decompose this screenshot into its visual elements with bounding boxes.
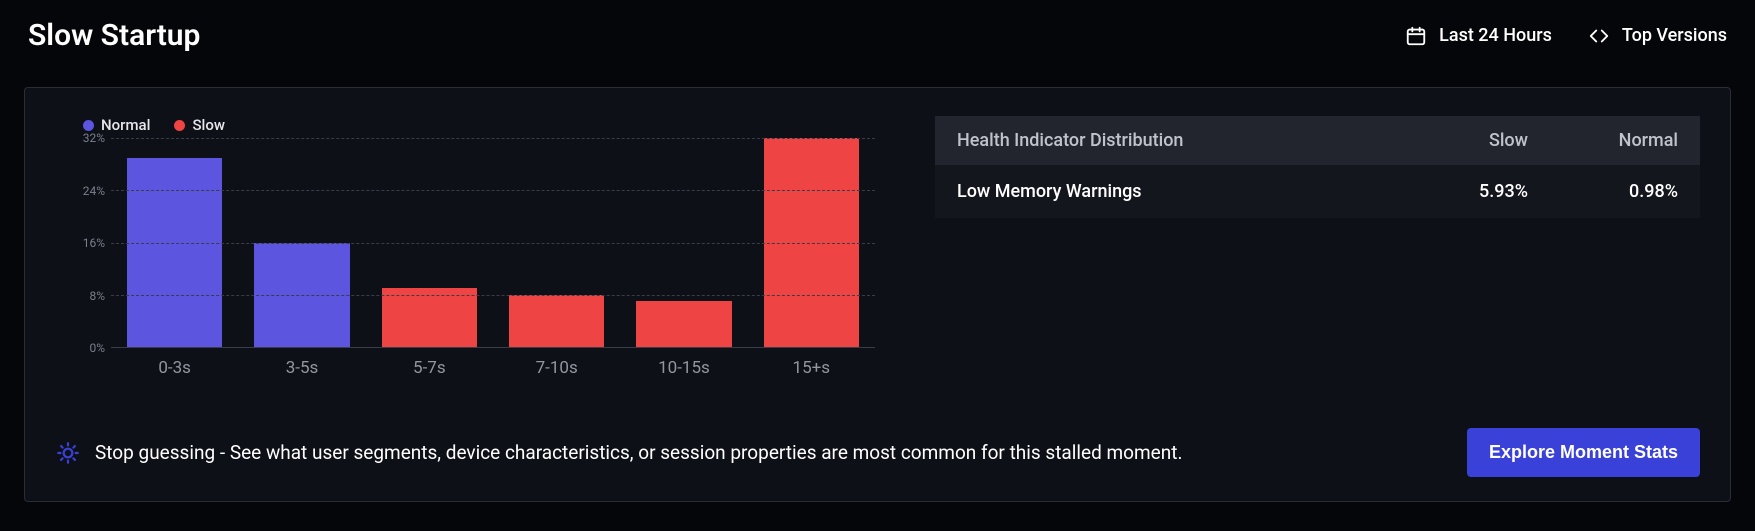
table-column: Health Indicator Distribution Slow Norma…: [935, 116, 1700, 378]
y-tick-label: 16%: [83, 236, 105, 250]
code-icon: [1588, 25, 1610, 47]
health-indicator-table: Health Indicator Distribution Slow Norma…: [935, 116, 1700, 218]
x-tick-label: 15+s: [748, 358, 875, 378]
versions-label: Top Versions: [1622, 25, 1727, 46]
legend-dot-normal: [83, 120, 94, 131]
table-header-row: Health Indicator Distribution Slow Norma…: [935, 116, 1700, 165]
time-range-selector[interactable]: Last 24 Hours: [1405, 25, 1552, 47]
y-tick-label: 0%: [89, 341, 105, 355]
lightbulb-icon: [55, 440, 81, 466]
col-header-slow: Slow: [1400, 116, 1550, 165]
explore-moment-stats-button[interactable]: Explore Moment Stats: [1467, 428, 1700, 477]
chart-legend: Normal Slow: [55, 116, 875, 134]
chart-gridline: [111, 190, 875, 191]
panel-body: Normal Slow 0% 8% 16% 24% 32% 0-3s3-5s5-7s7-…: [55, 116, 1700, 378]
chart-area: 0%8%16%24%32%: [55, 138, 875, 348]
chart-gridline: [111, 138, 875, 139]
x-tick-label: 5-7s: [366, 358, 493, 378]
legend-label-normal: Normal: [101, 116, 150, 134]
bar[interactable]: [636, 301, 731, 347]
bar[interactable]: [382, 288, 477, 347]
y-tick-label: 32%: [83, 131, 105, 145]
main-panel: Normal Slow 0% 8% 16% 24% 32% 0-3s3-5s5-7s7-…: [24, 87, 1731, 502]
calendar-icon: [1405, 25, 1427, 47]
x-tick-label: 0-3s: [111, 358, 238, 378]
x-tick-label: 7-10s: [493, 358, 620, 378]
time-range-label: Last 24 Hours: [1439, 25, 1552, 46]
header-controls: Last 24 Hours Top Versions: [1405, 25, 1727, 47]
table-row[interactable]: Low Memory Warnings5.93%0.98%: [935, 165, 1700, 218]
x-tick-label: 10-15s: [620, 358, 747, 378]
versions-selector[interactable]: Top Versions: [1588, 25, 1727, 47]
bar[interactable]: [509, 295, 604, 347]
hint-text: Stop guessing - See what user segments, …: [95, 441, 1182, 464]
panel-footer: Stop guessing - See what user segments, …: [55, 428, 1700, 477]
cell-slow-value: 5.93%: [1400, 165, 1550, 218]
x-tick-label: 3-5s: [238, 358, 365, 378]
col-header-normal: Normal: [1550, 116, 1700, 165]
legend-dot-slow: [174, 120, 185, 131]
col-header-indicator: Health Indicator Distribution: [935, 116, 1400, 165]
chart-x-axis: 0-3s3-5s5-7s7-10s10-15s15+s: [55, 358, 875, 378]
legend-item-slow[interactable]: Slow: [174, 116, 225, 134]
chart-gridline: [111, 243, 875, 244]
chart-column: Normal Slow 0% 8% 16% 24% 32% 0-3s3-5s5-7s7-…: [55, 116, 875, 378]
y-tick-label: 24%: [83, 184, 105, 198]
cell-normal-value: 0.98%: [1550, 165, 1700, 218]
legend-label-slow: Slow: [192, 116, 225, 134]
chart-y-axis: 0%8%16%24%32%: [55, 138, 111, 348]
y-tick-label: 8%: [89, 289, 105, 303]
chart-plot: [111, 138, 875, 348]
page-header: Slow Startup Last 24 Hours Top Versions: [0, 0, 1755, 65]
page-title: Slow Startup: [28, 18, 200, 53]
cell-indicator-name: Low Memory Warnings: [935, 165, 1400, 218]
chart-gridline: [111, 295, 875, 296]
bar[interactable]: [127, 158, 222, 347]
hint: Stop guessing - See what user segments, …: [55, 440, 1182, 466]
